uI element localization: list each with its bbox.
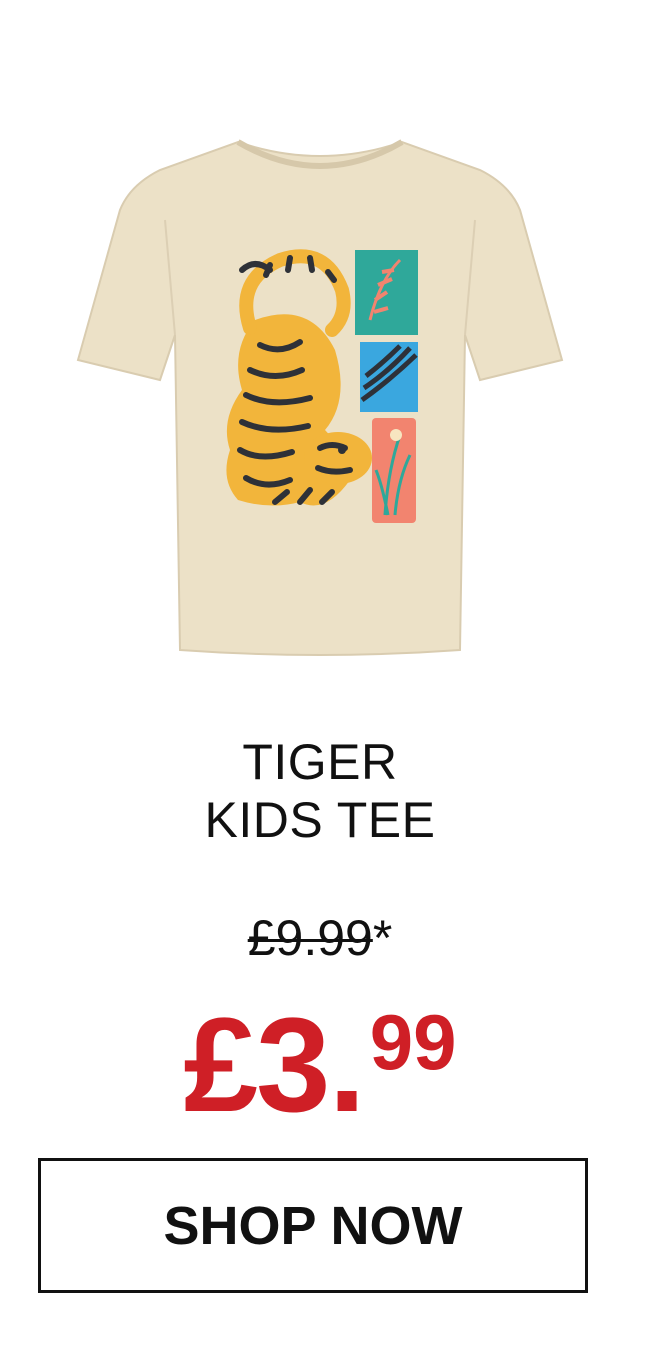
tiger-tshirt-icon <box>76 139 564 656</box>
sale-price: £3.99 <box>0 972 640 1177</box>
product-title-line2: KIDS TEE <box>204 792 436 848</box>
product-title-line1: TIGER <box>242 734 398 790</box>
original-price: £9.99* <box>0 908 640 968</box>
original-price-value: £9.99 <box>247 910 373 966</box>
original-price-asterisk: * <box>372 910 393 966</box>
product-title[interactable]: TIGER KIDS TEE <box>0 733 640 849</box>
shop-now-button[interactable]: SHOP NOW <box>38 1158 588 1293</box>
product-image[interactable] <box>70 130 570 670</box>
sale-price-main: £3. <box>183 991 365 1140</box>
sale-price-cents: 99 <box>369 998 457 1086</box>
